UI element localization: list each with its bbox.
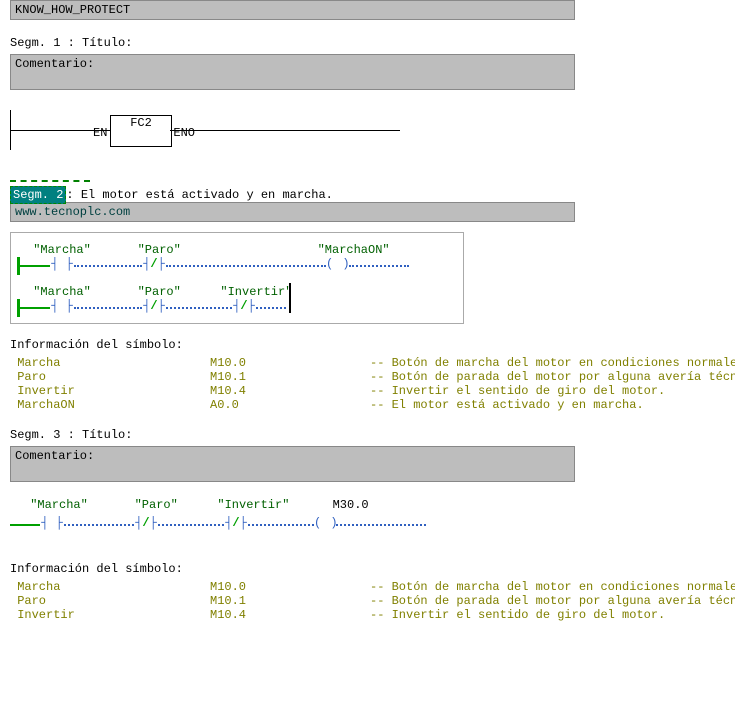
wire	[74, 265, 142, 267]
rung1[interactable]: ┤ ├ ┤/├ ( )	[17, 257, 457, 275]
wire	[166, 307, 232, 309]
contact-no[interactable]: ┤ ├	[50, 299, 74, 315]
segment-3-title: Segm. 3 : Título:	[10, 428, 725, 442]
sym-addr: M10.1	[210, 370, 370, 384]
wire	[20, 307, 50, 309]
contact-nc[interactable]: ┤/├	[224, 516, 248, 532]
rung3-label-paro: "Paro"	[111, 498, 201, 512]
fc-call-block: FC2 EN ENO	[10, 110, 570, 170]
sym-name: Paro	[10, 594, 210, 608]
rung3-labels: "Marcha" "Paro" "Invertir" M30.0	[14, 498, 725, 512]
rung2-label-marcha: "Marcha"	[17, 285, 107, 299]
contact-no[interactable]: ┤ ├	[40, 516, 64, 532]
fc-eno-label: ENO	[173, 126, 195, 140]
rung1-label-paro: "Paro"	[114, 243, 204, 257]
rung3[interactable]: ┤ ├ ┤/├ ┤/├ ( )	[10, 516, 570, 534]
sym-name: Marcha	[10, 356, 210, 370]
segment-2-title: : El motor está activado y en marcha.	[66, 188, 332, 202]
rung1-labels: "Marcha" "Paro" "MarchaON"	[17, 243, 457, 257]
divider	[10, 180, 90, 182]
sym-desc: -- El motor está activado y en marcha.	[370, 398, 735, 412]
segment-1-title: Segm. 1 : Título:	[10, 36, 725, 50]
wire	[336, 524, 426, 526]
rung3-label-invertir: "Invertir"	[208, 498, 298, 512]
contact-nc[interactable]: ┤/├	[142, 257, 166, 273]
contact-nc[interactable]: ┤/├	[134, 516, 158, 532]
segment-3-comment-box: Comentario:	[10, 446, 575, 482]
sym-name: Invertir	[10, 384, 210, 398]
wire	[158, 524, 224, 526]
symbol-table-2: Marcha M10.0 -- Botón de marcha del moto…	[10, 580, 725, 622]
segment-2-header: Segm. 2: El motor está activado y en mar…	[10, 188, 725, 202]
sym-desc: -- Botón de marcha del motor en condicio…	[370, 356, 735, 370]
sym-desc: -- Invertir el sentido de giro del motor…	[370, 384, 735, 398]
rung1-label-marcha: "Marcha"	[17, 243, 107, 257]
segment-2-url: www.tecnoplc.com	[15, 205, 130, 219]
wire	[166, 265, 326, 267]
know-how-protect-bar: KNOW_HOW_PROTECT	[10, 0, 575, 20]
sym-name: MarchaON	[10, 398, 210, 412]
rung1-label-marchaon: "MarchaON"	[309, 243, 399, 257]
wire	[349, 265, 409, 267]
segment-1-comment-box: Comentario:	[10, 54, 575, 90]
wire-right	[170, 130, 400, 131]
fc-en-label: EN	[93, 126, 107, 140]
coil-output[interactable]: ( )	[314, 516, 339, 530]
sym-desc: -- Botón de marcha del motor en condicio…	[370, 580, 735, 594]
symbol-info-heading-2: Información del símbolo:	[10, 562, 725, 576]
know-how-protect-text: KNOW_HOW_PROTECT	[15, 3, 130, 17]
segment-2-url-box: www.tecnoplc.com	[10, 202, 575, 222]
sym-addr: M10.4	[210, 384, 370, 398]
wire	[20, 265, 50, 267]
segment-3-comment-label: Comentario:	[15, 449, 94, 463]
wire	[64, 524, 134, 526]
rung2-label-invertir: "Invertir"	[211, 285, 301, 299]
segment-2-badge[interactable]: Segm. 2	[10, 186, 66, 204]
wire	[256, 307, 286, 309]
wire	[248, 524, 314, 526]
sym-desc: -- Botón de parada del motor por alguna …	[370, 594, 735, 608]
sym-name: Invertir	[10, 608, 210, 622]
branch-end-icon	[289, 283, 291, 313]
fc-name: FC2	[111, 116, 171, 130]
sym-addr: M10.1	[210, 594, 370, 608]
sym-addr: M10.0	[210, 580, 370, 594]
ladder-network-box[interactable]: "Marcha" "Paro" "MarchaON" ┤ ├ ┤/├ ( ) "…	[10, 232, 464, 324]
fc-box[interactable]: FC2 EN ENO	[110, 115, 172, 147]
contact-no[interactable]: ┤ ├	[50, 257, 74, 273]
symbol-table-1: Marcha M10.0 -- Botón de marcha del moto…	[10, 356, 725, 412]
wire	[74, 307, 142, 309]
sym-desc: -- Botón de parada del motor por alguna …	[370, 370, 735, 384]
rung3-label-out: M30.0	[306, 498, 396, 512]
rung2[interactable]: ┤ ├ ┤/├ ┤/├	[17, 299, 457, 317]
sym-addr: A0.0	[210, 398, 370, 412]
rung3-label-marcha: "Marcha"	[14, 498, 104, 512]
symbol-info-heading: Información del símbolo:	[10, 338, 725, 352]
rung2-labels: "Marcha" "Paro" "Invertir"	[17, 285, 457, 299]
sym-desc: -- Invertir el sentido de giro del motor…	[370, 608, 735, 622]
rung2-label-paro: "Paro"	[114, 285, 204, 299]
sym-name: Paro	[10, 370, 210, 384]
contact-nc[interactable]: ┤/├	[232, 299, 256, 315]
contact-nc[interactable]: ┤/├	[142, 299, 166, 315]
wire	[10, 524, 40, 526]
coil-output[interactable]: ( )	[326, 257, 351, 271]
sym-addr: M10.4	[210, 608, 370, 622]
sym-name: Marcha	[10, 580, 210, 594]
segment-1-comment-label: Comentario:	[15, 57, 94, 71]
sym-addr: M10.0	[210, 356, 370, 370]
